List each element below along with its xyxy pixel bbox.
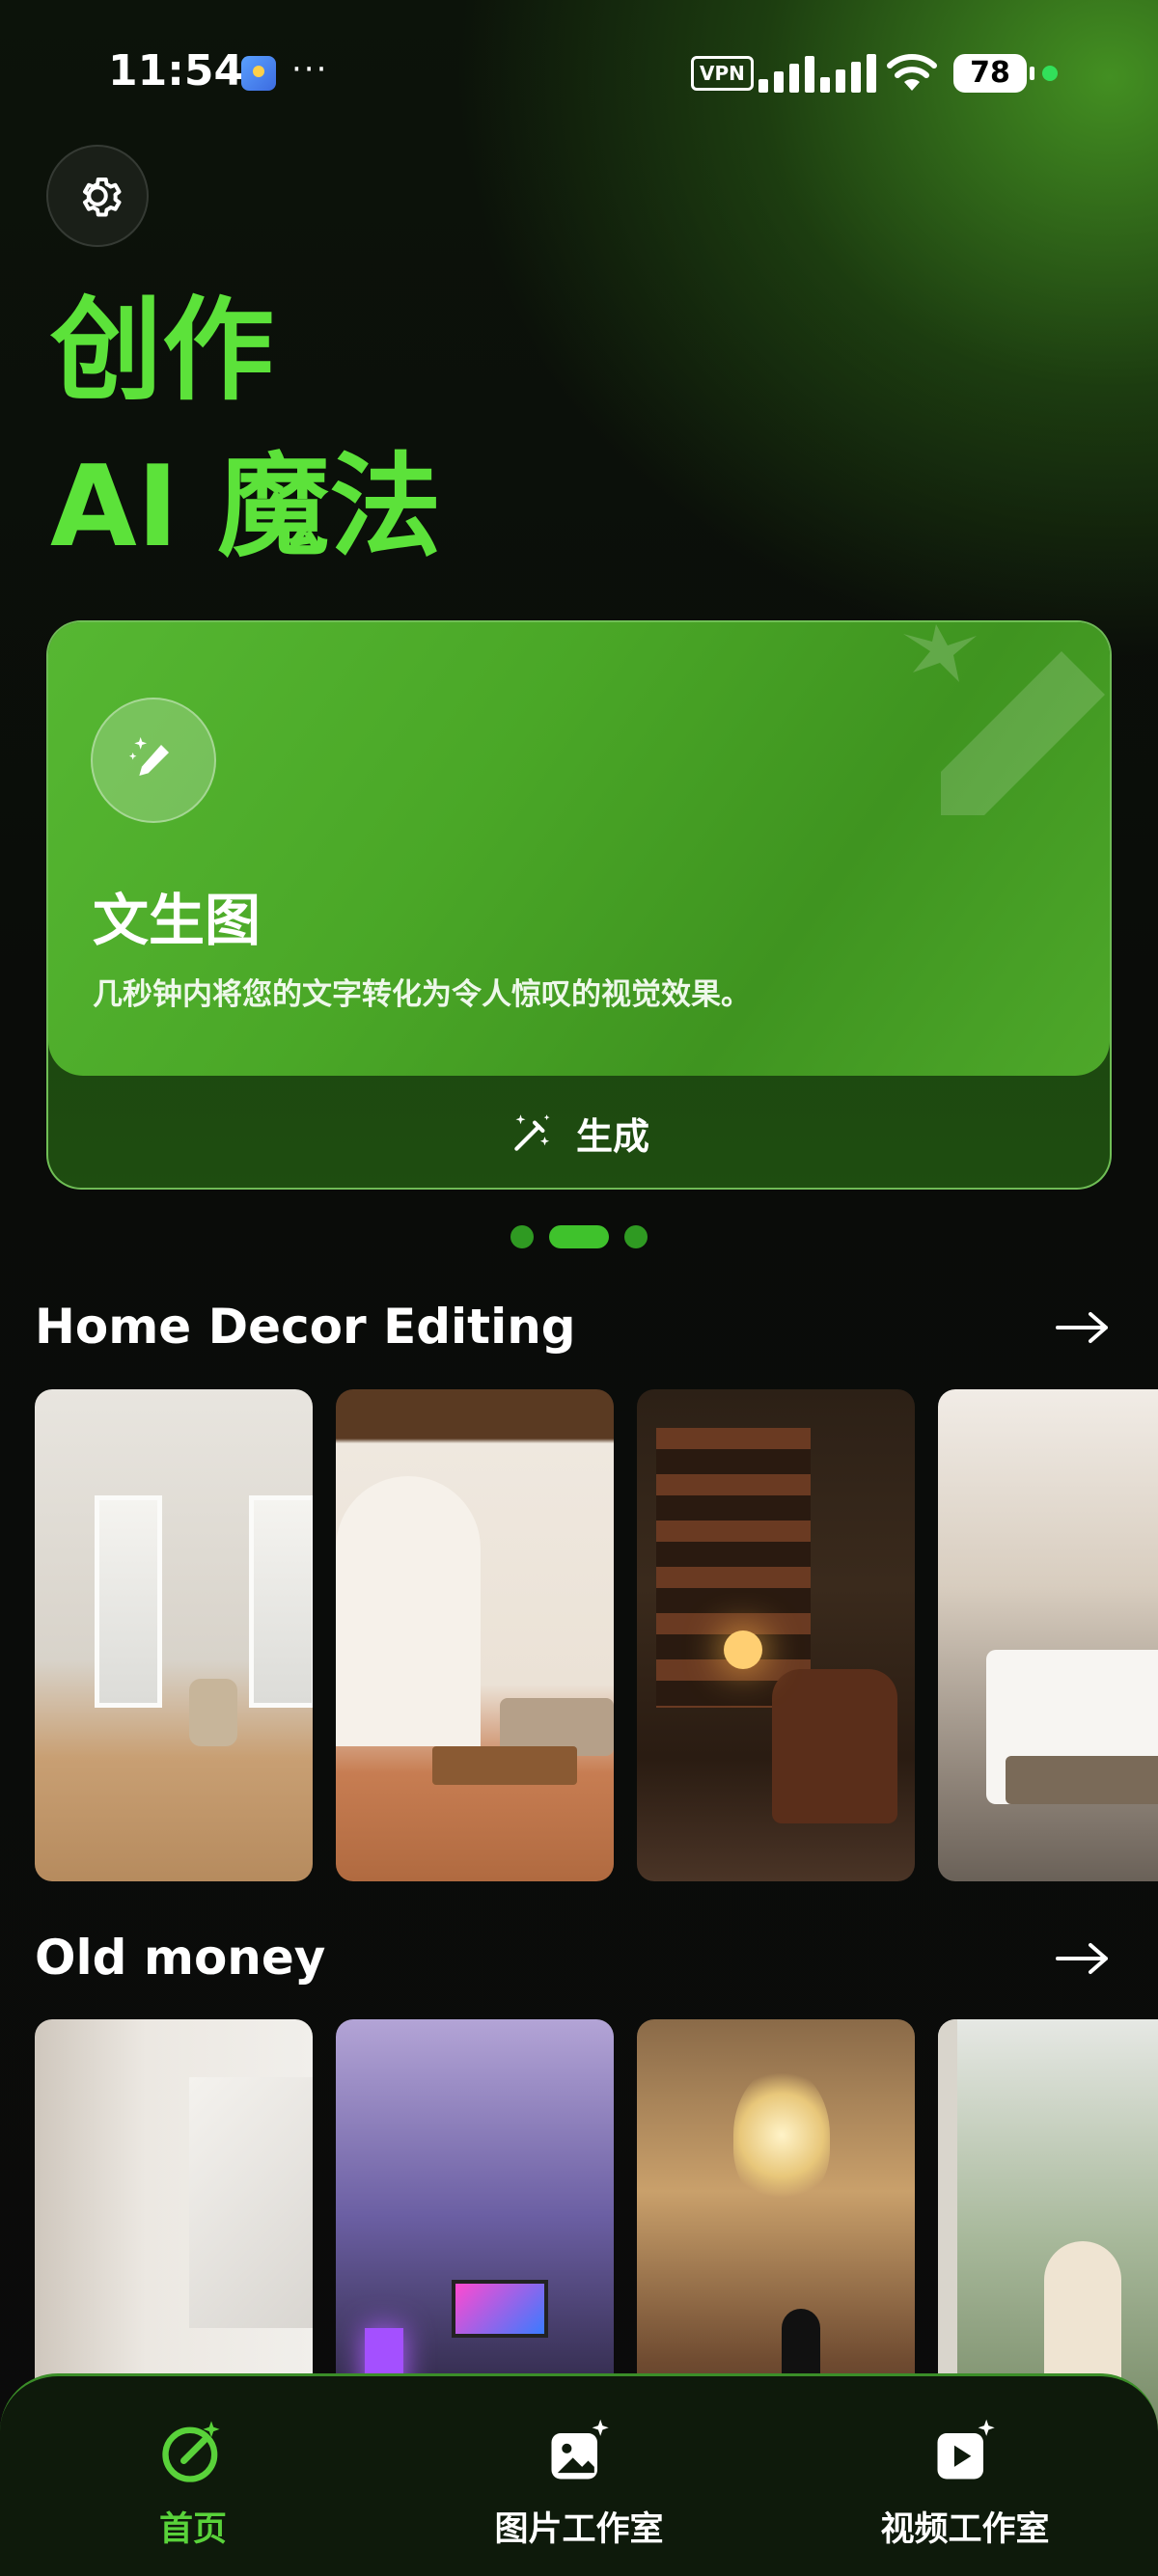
gallery-image[interactable] [336,1389,614,1881]
generate-label: 生成 [575,1114,649,1158]
feature-description: 几秒钟内将您的文字转化为令人惊叹的视觉效果。 [93,977,751,1012]
feature-card-top: 文生图 几秒钟内将您的文字转化为令人惊叹的视觉效果。 [48,622,1110,1076]
carousel-dot[interactable] [624,1225,648,1248]
nav-item-image-studio[interactable]: 图片工作室 [434,2415,724,2551]
signal-icon-2 [820,54,876,93]
gallery-image[interactable] [637,1389,915,1881]
status-bar: 11:54 ··· VPN 78 [0,0,1158,145]
text-to-image-card[interactable]: 文生图 几秒钟内将您的文字转化为令人惊叹的视觉效果。 生成 [46,620,1112,1190]
notification-app-icon [241,56,276,91]
carousel-indicator [0,1225,1158,1248]
nav-item-home[interactable]: 首页 [48,2415,338,2551]
feature-title: 文生图 [93,888,262,953]
hero-title-line1: 创作 [50,286,274,416]
arrow-right-icon[interactable] [1054,1939,1112,1978]
bottom-navigation: 首页 图片工作室 视频工作室 [0,2373,1158,2576]
arrow-right-icon[interactable] [1054,1308,1112,1347]
nav-label-home: 首页 [158,2510,227,2549]
battery-indicator: 78 [953,54,1034,93]
home-create-icon [162,2421,220,2482]
image-studio-icon [551,2419,609,2480]
magic-pen-icon [128,737,169,776]
carousel-dot-active[interactable] [549,1225,609,1248]
gallery-image[interactable] [938,1389,1158,1881]
nav-label-video-studio: 视频工作室 [880,2510,1050,2549]
nav-item-video-studio[interactable]: 视频工作室 [820,2415,1110,2551]
gallery-image[interactable] [35,1389,313,1881]
section-title-old-money: Old money [35,1930,326,1986]
feature-icon [91,698,216,823]
vpn-badge: VPN [691,56,754,91]
section-title-home-decor: Home Decor Editing [35,1299,576,1355]
pencil-deco-icon [903,624,1105,815]
carousel-dot[interactable] [510,1225,534,1248]
gallery-home-decor [35,1389,1158,1881]
wifi-icon [887,54,937,91]
generate-button[interactable]: 生成 [48,1076,1110,1188]
charging-dot [1042,66,1058,81]
magic-wand-icon [514,1114,550,1151]
settings-button[interactable] [46,145,149,247]
hero-title-line2: AI 魔法 [50,442,442,572]
more-notifications-icon: ··· [291,50,329,89]
gear-icon [83,178,122,217]
video-studio-icon [937,2419,995,2480]
status-time: 11:54 [108,46,244,96]
nav-label-image-studio: 图片工作室 [494,2510,664,2549]
